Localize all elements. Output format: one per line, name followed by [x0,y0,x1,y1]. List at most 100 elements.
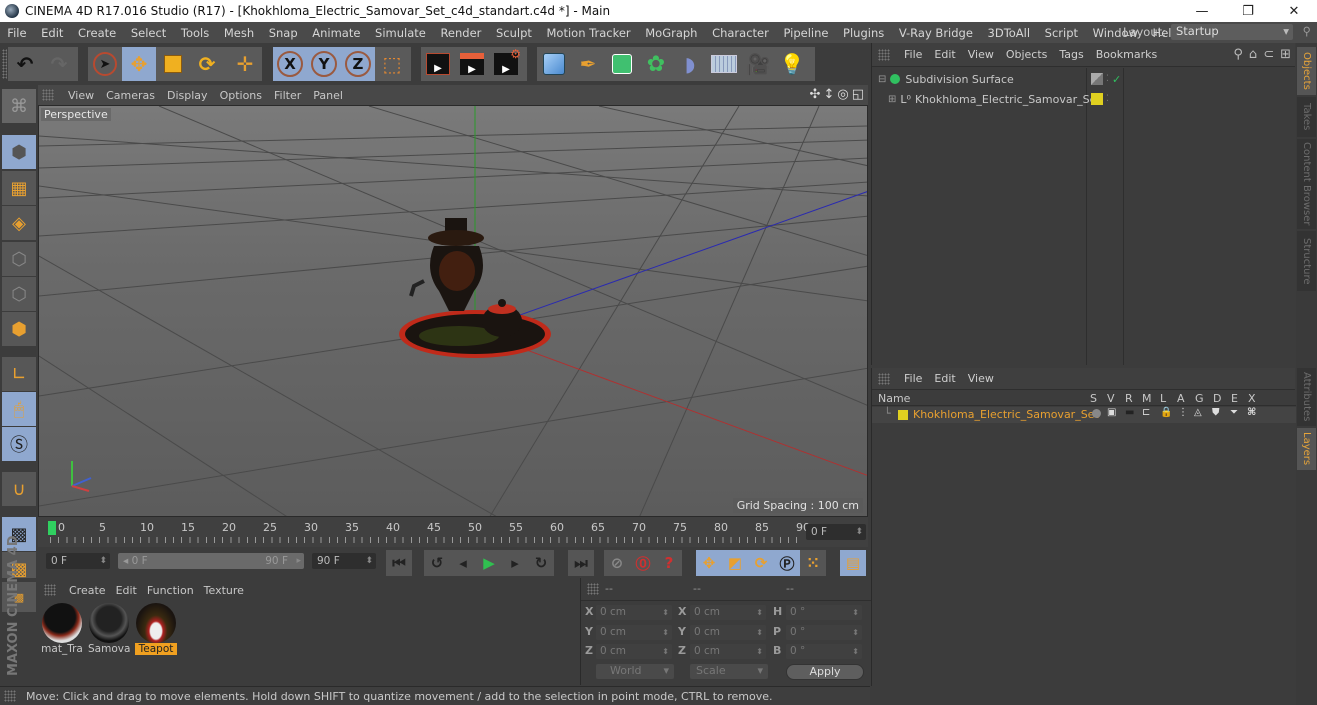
autokey-button[interactable]: ⓪ [630,550,656,576]
layer-manager-grip[interactable] [878,372,890,385]
make-editable-icon[interactable]: ⌘ [2,89,36,123]
play-button[interactable]: ▶ [476,550,502,576]
pos-z-field[interactable]: 0 cm ⬍ [596,644,672,659]
objects-menu-tags[interactable]: Tags [1053,48,1089,61]
workplane-mode-icon[interactable]: ◈ [2,206,36,240]
object-row[interactable]: ⊟ Subdivision Surface ⁚ ✓ [872,70,1296,88]
tab-objects[interactable]: Objects [1297,47,1316,95]
rot-b-field[interactable]: 0 ° ⬍ [786,644,862,659]
minimize-button[interactable]: — [1179,0,1225,22]
layer-color-swatch[interactable] [898,410,908,420]
frame-range-slider[interactable]: ◂ 0 F 90 F ▸ [118,553,304,569]
rot-p-field[interactable]: 0 ° ⬍ [786,625,862,640]
z-axis-lock-icon[interactable]: Z [341,47,375,81]
cloner-icon[interactable]: ✿ [639,47,673,81]
search-icon[interactable]: ⚲ [1233,47,1243,62]
column-deformers[interactable]: D [1213,392,1221,405]
zoom-view-icon[interactable]: ↕ [823,87,834,102]
cube-icon[interactable] [537,47,571,81]
playhead[interactable] [48,521,56,535]
collapse-icon[interactable]: ⊟ [878,74,886,85]
texture-mode-icon[interactable]: ▦ [2,171,36,205]
pen-icon[interactable]: ✒ [571,47,605,81]
column-name[interactable]: Name [878,392,910,405]
pos-x-field[interactable]: 0 cm ⬍ [596,605,672,620]
object-name[interactable]: Khokhloma_Electric_Samovar_Set [915,93,1101,106]
bend-deformer-icon[interactable]: ◗ [673,47,707,81]
toolbar-grip[interactable] [2,49,7,79]
key-parameter-button[interactable]: Ⓟ [774,550,800,576]
menu-simulate[interactable]: Simulate [368,26,433,40]
toggle-view-icon[interactable]: ◱ [852,87,864,102]
key-pla-button[interactable]: ⁙ [800,550,826,576]
material-menu-texture[interactable]: Texture [199,584,249,597]
magnet-icon[interactable]: ∪ [2,472,36,506]
redo-icon[interactable]: ↷ [42,47,76,81]
recent-tool-icon[interactable]: ✛ [228,47,262,81]
menu-tools[interactable]: Tools [174,26,217,40]
material-item[interactable]: Teapot [135,601,177,659]
points-mode-icon[interactable]: ⬡ [2,242,36,276]
material-menu-create[interactable]: Create [64,584,111,597]
objects-menu-bookmarks[interactable]: Bookmarks [1090,48,1163,61]
viewport-menu-options[interactable]: Options [214,89,268,102]
coordinate-mode-dropdown[interactable]: World ▾ [596,664,674,679]
menu-file[interactable]: File [0,26,34,40]
y-axis-lock-icon[interactable]: Y [307,47,341,81]
animation-toggle-icon[interactable]: ⋮ [1178,407,1188,418]
step-back-button[interactable]: ◂ [450,550,476,576]
menu-3dtoall[interactable]: 3DToAll [980,26,1037,40]
link-icon[interactable]: ⊂ [1263,47,1274,62]
objects-menu-objects[interactable]: Objects [1000,48,1054,61]
material-item[interactable]: Samovai [88,601,130,659]
column-manager[interactable]: M [1142,392,1152,405]
menu-character[interactable]: Character [705,26,776,40]
pan-view-icon[interactable]: ✣ [810,87,821,102]
viewport-menu-panel[interactable]: Panel [307,89,349,102]
model-mode-icon[interactable]: ⬢ [2,135,36,169]
coordinate-system-icon[interactable]: ⬚ [375,47,409,81]
coordinates-grip[interactable] [587,583,599,595]
move-icon[interactable]: ✥ [122,47,156,81]
menu-mograph[interactable]: MoGraph [638,26,705,40]
light-icon[interactable]: 💡 [775,47,809,81]
dots-icon[interactable]: ⁚ [1106,74,1109,84]
xrefs-toggle-icon[interactable]: ⌘ [1247,407,1256,418]
timeline-ruler[interactable]: 0 5 10 15 20 25 30 35 40 45 50 55 60 65 70 75 80 85 90 0 F… [38,517,868,547]
size-x-field[interactable]: 0 cm ⬍ [690,605,766,620]
menu-motion-tracker[interactable]: Motion Tracker [539,26,638,40]
goto-next-key-button[interactable]: ↻ [528,550,554,576]
render-picture-viewer-icon[interactable]: ▶ [455,47,489,81]
subdivision-surface-icon[interactable] [605,47,639,81]
object-name[interactable]: Subdivision Surface [905,73,1013,86]
search-icon[interactable]: ⚲ [1303,24,1311,38]
render-toggle-icon[interactable]: ▬ [1125,407,1134,418]
end-frame-field[interactable]: 90 F ⬍ [312,553,376,569]
object-row[interactable]: ⊞ L⁰ Khokhloma_Electric_Samovar_Set ⁚ [872,90,1296,108]
floor-icon[interactable] [707,47,741,81]
viewport-menu-filter[interactable]: Filter [268,89,307,102]
tab-attributes[interactable]: Attributes [1297,368,1316,426]
rotate-icon[interactable]: ⟳ [190,47,224,81]
menu-select[interactable]: Select [124,26,174,40]
edges-mode-icon[interactable]: ⬡ [2,277,36,311]
record-disabled-icon[interactable]: ⊘ [604,550,630,576]
undo-icon[interactable]: ↶ [8,47,42,81]
material-menu-edit[interactable]: Edit [111,584,142,597]
material-item[interactable]: mat_Tra [41,601,83,659]
key-position-button[interactable]: ✥ [696,550,722,576]
material-grip[interactable] [44,584,56,596]
layer-color-icon[interactable] [1091,93,1103,105]
viewport-menu-cameras[interactable]: Cameras [100,89,161,102]
tab-content-browser[interactable]: Content Browser [1297,139,1316,229]
menu-vray-bridge[interactable]: V-Ray Bridge [892,26,981,40]
objects-menu-view[interactable]: View [962,48,1000,61]
render-settings-icon[interactable]: ▶ ⚙ [489,47,523,81]
goto-end-button[interactable]: ⏭ [568,550,594,576]
menu-plugins[interactable]: Plugins [836,26,892,40]
layers-menu-view[interactable]: View [962,372,1000,385]
column-expressions[interactable]: E [1231,392,1238,405]
layer-name[interactable]: Khokhloma_Electric_Samovar_Set [913,408,1099,421]
rotate-view-icon[interactable]: ◎ [837,87,848,102]
solo-toggle-icon[interactable] [1092,409,1101,418]
